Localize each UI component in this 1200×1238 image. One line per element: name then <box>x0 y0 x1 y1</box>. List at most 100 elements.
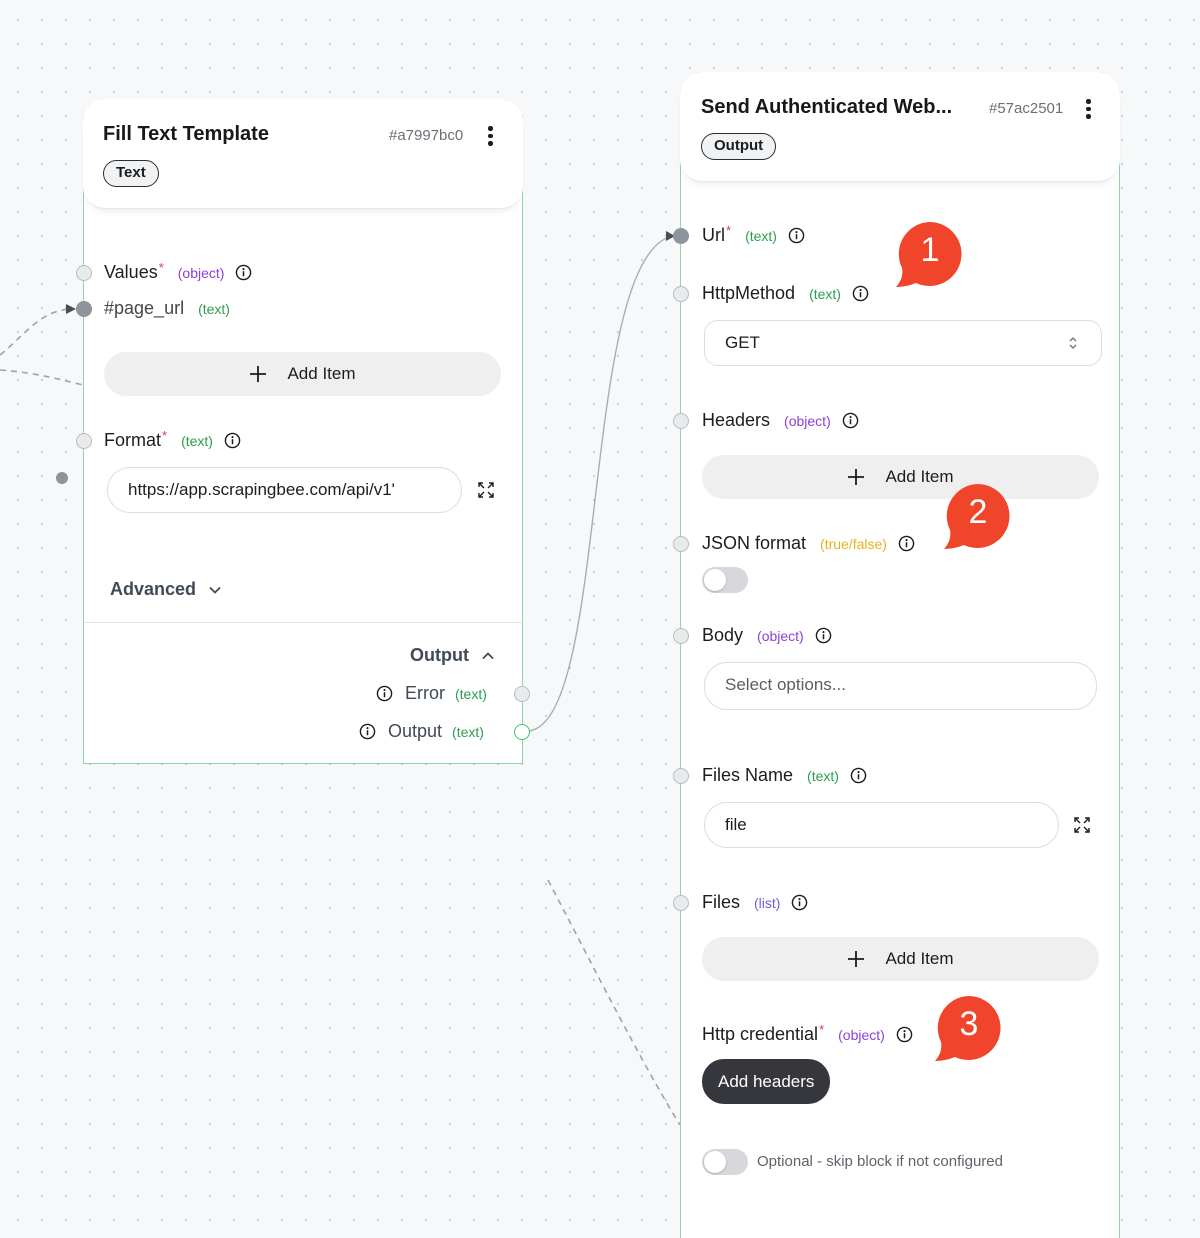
json-format-toggle[interactable] <box>702 567 748 593</box>
field-type: (text) <box>745 227 777 244</box>
field-type: (object) <box>838 1026 885 1043</box>
add-item-label: Add Item <box>885 949 954 968</box>
field-type: (text) <box>807 767 839 784</box>
node-type-tag: Text <box>103 160 159 187</box>
field-type: (list) <box>754 894 781 911</box>
field-label: Http credential <box>702 1024 819 1044</box>
files-field: Files (list) <box>702 892 808 913</box>
callout-badge-1: 1 <box>896 220 964 288</box>
http-method-value: GET <box>725 333 760 352</box>
orphan-port-dot <box>56 472 68 484</box>
badge-number: 1 <box>920 231 940 269</box>
add-item-label: Add Item <box>287 364 356 383</box>
expand-icon[interactable] <box>1074 817 1090 833</box>
add-headers-button[interactable]: Add headers <box>702 1059 831 1104</box>
files-add-item-button[interactable]: Add Item <box>702 937 1099 981</box>
chevron-up-icon <box>482 651 494 659</box>
body-placeholder: Select options... <box>725 675 846 694</box>
field-label: Files Name <box>702 765 794 785</box>
advanced-toggle[interactable]: Advanced <box>110 579 222 600</box>
field-type: (object) <box>784 412 831 429</box>
output-type: (text) <box>455 685 487 702</box>
json-format-port[interactable] <box>673 536 689 552</box>
error-output-row: Error (text) <box>376 683 487 704</box>
callout-badge-2: 2 <box>944 482 1012 550</box>
page-url-field: #page_url (text) <box>104 298 230 319</box>
add-item-button[interactable]: Add Item <box>104 352 501 396</box>
page-url-port[interactable] <box>76 301 92 317</box>
values-field: Values * (object) <box>104 260 252 283</box>
badge-number: 3 <box>959 1005 979 1043</box>
body-select[interactable]: Select options... <box>704 662 1097 710</box>
info-icon[interactable] <box>852 285 869 302</box>
headers-add-item-button[interactable]: Add Item <box>702 455 1099 499</box>
plus-icon <box>250 366 267 382</box>
info-icon[interactable] <box>788 227 805 244</box>
field-type: (object) <box>757 627 804 644</box>
field-label: JSON format <box>702 533 807 553</box>
format-port[interactable] <box>76 433 92 449</box>
http-credential-field: Http credential * (object) <box>702 1022 913 1045</box>
section-divider <box>84 622 522 623</box>
json-format-field: JSON format (true/false) <box>702 533 915 554</box>
info-icon[interactable] <box>359 723 376 740</box>
http-method-port[interactable] <box>673 286 689 302</box>
files-name-port[interactable] <box>673 768 689 784</box>
optional-skip-label: Optional - skip block if not configured <box>757 1153 1003 1170</box>
files-name-input[interactable]: file <box>704 802 1059 848</box>
values-port[interactable] <box>76 265 92 281</box>
info-icon[interactable] <box>850 767 867 784</box>
output-type: (text) <box>452 723 484 740</box>
url-field: Url * (text) <box>702 223 805 246</box>
info-icon[interactable] <box>896 1026 913 1043</box>
optional-skip-text: Optional - skip block if not configured <box>757 1153 1003 1170</box>
wire-page-url-in <box>0 308 73 356</box>
wire-dashed-to-node <box>547 879 681 1126</box>
wire-left-dashed <box>0 369 84 386</box>
body-field: Body (object) <box>702 625 832 646</box>
kebab-menu-icon[interactable] <box>488 126 494 146</box>
node-title: Fill Text Template <box>103 123 269 145</box>
body-port[interactable] <box>673 628 689 644</box>
plus-icon <box>848 469 865 485</box>
headers-port[interactable] <box>673 413 689 429</box>
info-icon[interactable] <box>376 685 393 702</box>
required-marker: * <box>162 428 168 443</box>
url-port[interactable] <box>673 228 689 244</box>
wire-output-to-url <box>528 235 673 732</box>
field-label: Values <box>104 262 158 282</box>
http-method-select[interactable]: GET <box>704 320 1102 366</box>
output-section-label: Output <box>410 645 469 665</box>
select-chevron-icon <box>1069 337 1077 349</box>
field-label: Format <box>104 430 162 450</box>
info-icon[interactable] <box>815 627 832 644</box>
files-name-field: Files Name (text) <box>702 765 867 786</box>
field-type: (text) <box>809 285 841 302</box>
format-input[interactable]: https://app.scrapingbee.com/api/v1' <box>107 467 462 513</box>
node-type-tag: Output <box>701 133 777 160</box>
optional-skip-toggle[interactable] <box>702 1149 748 1175</box>
error-port[interactable] <box>514 686 530 702</box>
advanced-label: Advanced <box>110 579 197 599</box>
required-marker: * <box>819 1022 825 1037</box>
info-icon[interactable] <box>224 432 241 449</box>
kebab-menu-icon[interactable] <box>1086 99 1092 119</box>
output-port[interactable] <box>514 724 530 740</box>
fill-text-template-node[interactable]: Fill Text Template #a7997bc0 Text Values… <box>76 99 530 764</box>
expand-icon[interactable] <box>478 482 494 498</box>
wire-arrowhead <box>66 304 76 314</box>
node-id: #57ac2501 <box>989 100 1064 117</box>
field-label: #page_url <box>104 298 185 318</box>
field-label: Url <box>702 225 725 245</box>
output-label: Error <box>405 683 445 703</box>
files-port[interactable] <box>673 895 689 911</box>
info-icon[interactable] <box>842 412 859 429</box>
node-title: Send Authenticated Web... <box>701 96 953 118</box>
field-label: Headers <box>702 410 771 430</box>
output-section-toggle[interactable]: Output <box>410 645 495 666</box>
info-icon[interactable] <box>235 264 252 281</box>
info-icon[interactable] <box>898 535 915 552</box>
info-icon[interactable] <box>791 894 808 911</box>
required-marker: * <box>158 260 164 275</box>
field-type: (true/false) <box>820 535 887 552</box>
